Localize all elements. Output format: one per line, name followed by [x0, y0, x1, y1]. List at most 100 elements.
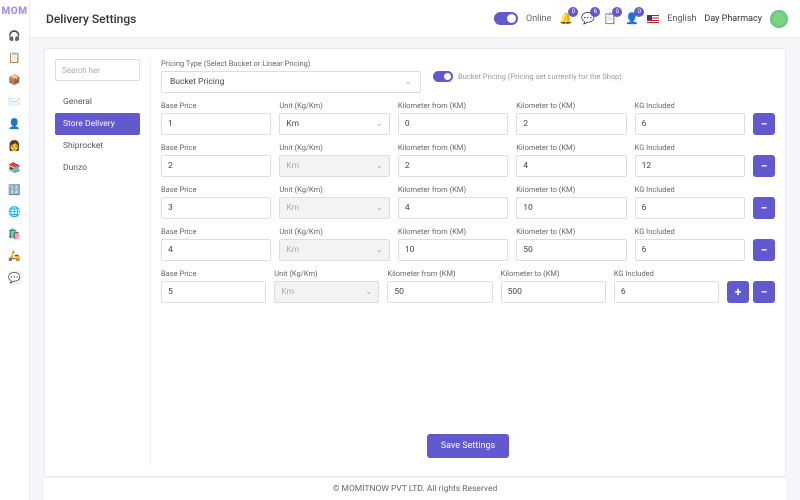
unit-input: Km — [279, 155, 389, 177]
language-label[interactable]: English — [667, 14, 696, 24]
base-price-label: Base Price — [161, 143, 271, 152]
nav-item-shiprocket[interactable]: Shiprocket — [55, 135, 140, 157]
km-to-input[interactable]: 4 — [516, 155, 626, 177]
rail-icon-dashboard[interactable]: 🎧 — [8, 29, 22, 43]
kg-included-label: KG Included — [635, 143, 745, 152]
unit-label: Unit (Kg/Km) — [279, 227, 389, 236]
brand-logo: MOM — [2, 6, 28, 17]
base-price-input[interactable]: 5 — [161, 281, 266, 303]
km-from-input[interactable]: 10 — [398, 239, 508, 261]
km-to-input[interactable]: 10 — [516, 197, 626, 219]
bell-badge: 0 — [568, 7, 578, 17]
unit-label: Unit (Kg/Km) — [279, 185, 389, 194]
shop-pricing-toggle[interactable] — [433, 71, 453, 82]
km-to-label: Kilometer to (KM) — [516, 143, 626, 152]
kg-included-input[interactable]: 6 — [614, 281, 719, 303]
user-badge: 0 — [634, 7, 644, 17]
rail-icon-mail[interactable]: ✉️ — [8, 95, 22, 109]
km-from-input[interactable]: 2 — [398, 155, 508, 177]
remove-row-button[interactable]: − — [753, 239, 775, 261]
kg-included-label: KG Included — [614, 269, 719, 278]
km-to-label: Kilometer to (KM) — [501, 269, 606, 278]
unit-label: Unit (Kg/Km) — [274, 269, 379, 278]
flag-icon[interactable] — [647, 15, 659, 23]
unit-input: Km — [279, 197, 389, 219]
km-from-input[interactable]: 50 — [387, 281, 492, 303]
rail-icon-apps[interactable]: 📚 — [8, 161, 22, 175]
base-price-input[interactable]: 1 — [161, 113, 271, 135]
kg-included-input[interactable]: 6 — [635, 239, 745, 261]
base-price-input[interactable]: 2 — [161, 155, 271, 177]
base-price-input[interactable]: 4 — [161, 239, 271, 261]
bell-icon[interactable]: 🔔0 — [559, 12, 573, 26]
rail-icon-profile[interactable]: 👩 — [8, 139, 22, 153]
nav-item-store-delivery[interactable]: Store Delivery — [55, 113, 140, 135]
unit-label: Unit (Kg/Km) — [279, 143, 389, 152]
rail-icon-globe[interactable]: 🌐 — [8, 205, 22, 219]
rail-icon-users[interactable]: 👤 — [8, 117, 22, 131]
add-row-button[interactable]: + — [727, 281, 749, 303]
rail-icon-delivery[interactable]: 🛵 — [8, 249, 22, 263]
todo-icon[interactable]: 📋0 — [603, 12, 617, 26]
footer: © MOMITNOW PVT LTD. All rights Reserved — [44, 477, 786, 500]
settings-panel: Search her GeneralStore DeliveryShiprock… — [44, 48, 786, 477]
km-from-input[interactable]: 4 — [398, 197, 508, 219]
kg-included-input[interactable]: 6 — [635, 197, 745, 219]
km-to-label: Kilometer to (KM) — [516, 227, 626, 236]
kg-included-input[interactable]: 6 — [635, 113, 745, 135]
online-toggle[interactable] — [494, 12, 518, 25]
km-from-label: Kilometer from (KM) — [387, 269, 492, 278]
km-from-label: Kilometer from (KM) — [398, 227, 508, 236]
pricing-row: Base Price2Unit (Kg/Km)KmKilometer from … — [161, 143, 775, 177]
header-right: Online 🔔0 💬6 📋0 👤0 English Day Pharmacy — [494, 10, 788, 28]
unit-input[interactable]: Km — [279, 113, 389, 135]
pricing-type-label: Pricing Type (Select Bucket or Linear Pr… — [161, 59, 421, 68]
pricing-row: Base Price5Unit (Kg/Km)KmKilometer from … — [161, 269, 775, 303]
base-price-label: Base Price — [161, 185, 271, 194]
nav-item-general[interactable]: General — [55, 91, 140, 113]
chat-icon[interactable]: 💬6 — [581, 12, 595, 26]
remove-row-button[interactable]: − — [753, 197, 775, 219]
remove-row-button[interactable]: − — [753, 281, 775, 303]
settings-content: Pricing Type (Select Bucket or Linear Pr… — [150, 59, 775, 466]
chat-badge: 6 — [590, 7, 600, 17]
km-to-label: Kilometer to (KM) — [516, 185, 626, 194]
rail-icon-orders[interactable]: 📋 — [8, 51, 22, 65]
km-from-label: Kilometer from (KM) — [398, 101, 508, 110]
kg-included-label: KG Included — [635, 101, 745, 110]
km-to-input[interactable]: 500 — [501, 281, 606, 303]
unit-label: Unit (Kg/Km) — [279, 101, 389, 110]
remove-row-button[interactable]: − — [753, 113, 775, 135]
pricing-type-select[interactable]: Bucket Pricing — [161, 71, 421, 93]
pricing-row: Base Price 4 Unit (Kg/Km) Km Kilometer from … — [161, 227, 775, 261]
sidebar-rail: MOM 🎧 📋 📦 ✉️ 👤 👩 📚 🔢 🌐 🛍️ 🛵 💬 — [0, 0, 30, 500]
km-to-label: Kilometer to (KM) — [516, 101, 626, 110]
search-input[interactable]: Search her — [55, 59, 140, 81]
unit-input: Km — [279, 239, 389, 261]
remove-row-button[interactable]: − — [753, 155, 775, 177]
header: Delivery Settings Online 🔔0 💬6 📋0 👤0 Eng… — [30, 0, 800, 38]
kg-included-label: KG Included — [635, 185, 745, 194]
unit-input: Km — [274, 281, 379, 303]
km-from-input[interactable]: 0 — [398, 113, 508, 135]
user-icon[interactable]: 👤0 — [625, 12, 639, 26]
base-price-input[interactable]: 3 — [161, 197, 271, 219]
shop-pricing-toggle-row: Bucket Pricing (Pricing set currently fo… — [433, 71, 622, 82]
settings-nav: Search her GeneralStore DeliveryShiprock… — [55, 59, 140, 466]
shop-pricing-label: Bucket Pricing (Pricing set currently fo… — [458, 72, 622, 81]
kg-included-input[interactable]: 12 — [635, 155, 745, 177]
user-name[interactable]: Day Pharmacy — [704, 14, 762, 24]
nav-item-dunzo[interactable]: Dunzo — [55, 157, 140, 179]
rail-icon-support[interactable]: 💬 — [8, 271, 22, 285]
save-button[interactable]: Save Settings — [427, 434, 509, 458]
todo-badge: 0 — [612, 7, 622, 17]
km-to-input[interactable]: 50 — [516, 239, 626, 261]
rail-icon-shop[interactable]: 🛍️ — [8, 227, 22, 241]
km-to-input[interactable]: 2 — [516, 113, 626, 135]
avatar[interactable] — [770, 10, 788, 28]
pricing-row: Base Price3Unit (Kg/Km)KmKilometer from … — [161, 185, 775, 219]
online-label: Online — [526, 14, 551, 24]
rail-icon-products[interactable]: 📦 — [8, 73, 22, 87]
base-price-label: Base Price — [161, 227, 271, 236]
rail-icon-grid[interactable]: 🔢 — [8, 183, 22, 197]
